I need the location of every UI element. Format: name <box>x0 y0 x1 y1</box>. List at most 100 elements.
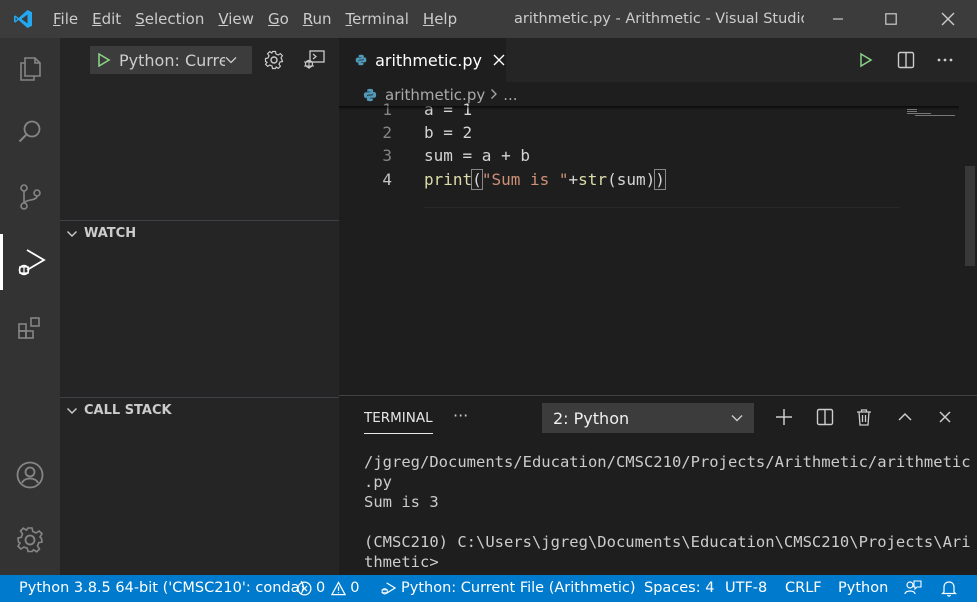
tab-label: arithmetic.py <box>375 50 482 70</box>
more-actions-button[interactable] <box>933 48 957 72</box>
terminal-line: .py <box>364 473 392 491</box>
tab-terminal[interactable]: TERMINAL <box>364 406 433 434</box>
panel-more-tabs-button[interactable]: ··· <box>453 406 468 425</box>
menu-mnemonic: G <box>267 10 280 28</box>
menu-view[interactable]: View <box>211 0 261 38</box>
start-debugging-icon[interactable] <box>97 53 111 67</box>
kill-terminal-button[interactable] <box>852 405 876 429</box>
close-window-button[interactable] <box>925 0 971 38</box>
chevron-down-icon <box>730 411 744 425</box>
code-token-string: "Sum is " <box>481 170 569 189</box>
split-terminal-button[interactable] <box>813 405 837 429</box>
debug-config-select[interactable]: Python: Current File (Arithmetic) <box>90 46 252 74</box>
code-token-function: print <box>424 170 473 189</box>
indentation-status[interactable]: Spaces: 4 <box>644 575 714 602</box>
activity-bar <box>0 38 60 575</box>
code-line[interactable]: 1 a = 1 <box>339 102 939 121</box>
line-number: 3 <box>382 146 392 165</box>
run-icon <box>860 52 873 68</box>
run-debug-icon[interactable] <box>0 234 60 290</box>
watch-section-header[interactable]: WATCH <box>60 220 339 246</box>
search-icon[interactable] <box>0 104 60 160</box>
editor-area: arithmetic.py arithmetic.py ... 1 a = 1 … <box>339 38 977 395</box>
code-token-function: str <box>578 170 608 189</box>
terminal-line: /jgreg/Documents/Education/CMSC210/Proje… <box>364 453 971 471</box>
code-line[interactable]: 2 b = 2 <box>339 121 939 144</box>
terminal-select-value: 2: Python <box>553 408 630 428</box>
menu-edit[interactable]: Edit <box>85 0 128 38</box>
close-icon <box>941 12 955 26</box>
settings-gear-icon[interactable] <box>0 512 60 568</box>
open-launch-json-button[interactable] <box>262 48 286 72</box>
tab-close-button[interactable] <box>492 53 506 67</box>
menu-mnemonic: R <box>302 10 313 28</box>
error-icon <box>297 581 312 596</box>
problems-status[interactable]: 0 0 <box>297 575 359 602</box>
trash-icon <box>857 409 871 426</box>
menu-label: erminal <box>352 10 409 28</box>
code-token-operator: + <box>568 170 579 189</box>
gear-icon <box>264 50 284 70</box>
code-token-bracket: ) <box>654 169 666 190</box>
menu-mnemonic: E <box>92 10 102 28</box>
menu-label: o <box>279 10 289 28</box>
menu-help[interactable]: Help <box>416 0 464 38</box>
menu-run[interactable]: Run <box>296 0 339 38</box>
menu-label: election <box>144 10 205 28</box>
chevron-down-icon <box>66 405 78 417</box>
debug-config-status-label: Python: Current File (Arithmetic) <box>401 580 636 596</box>
eol-status[interactable]: CRLF <box>785 575 822 602</box>
language-mode-status[interactable]: Python <box>838 575 888 602</box>
close-panel-button[interactable] <box>933 405 957 429</box>
scroll-shadow <box>339 106 959 110</box>
code-token-args: (sum) <box>607 170 656 189</box>
terminal-line: Sum is 3 <box>364 493 439 511</box>
maximize-panel-button[interactable] <box>893 405 917 429</box>
minimize-button[interactable] <box>815 0 861 38</box>
debug-config-label: Python: Current File (Arithmetic) <box>119 50 225 70</box>
encoding-status[interactable]: UTF-8 <box>725 575 767 602</box>
run-debug-sidebar: Python: Current File (Arithmetic) WATCH … <box>60 38 339 575</box>
extensions-icon[interactable] <box>0 300 60 356</box>
debug-console-button[interactable] <box>302 48 326 72</box>
run-python-file-button[interactable] <box>854 48 878 72</box>
menu-go[interactable]: Go <box>261 0 296 38</box>
minimap[interactable] <box>907 108 963 116</box>
code-line[interactable]: 3 sum = a + b <box>339 144 939 167</box>
tab-arithmetic-py[interactable]: arithmetic.py <box>339 38 506 82</box>
warning-count: 0 <box>350 580 360 596</box>
bell-icon <box>941 581 957 597</box>
maximize-button[interactable] <box>868 0 914 38</box>
chevron-down-icon <box>66 228 78 240</box>
terminal-line: thmetic> <box>364 553 439 571</box>
close-icon <box>493 54 505 66</box>
maximize-icon <box>885 13 897 25</box>
code-token-bracket: ( <box>471 169 483 190</box>
editor-scrollbar[interactable] <box>963 106 977 395</box>
terminal-output[interactable]: /jgreg/Documents/Education/CMSC210/Proje… <box>364 452 971 572</box>
python-interpreter-status[interactable]: Python 3.8.5 64-bit ('CMSC210': conda) <box>19 575 305 602</box>
menu-file[interactable]: File <box>46 0 85 38</box>
minimize-icon <box>833 18 843 20</box>
current-line-highlight <box>424 207 900 222</box>
menu-mnemonic: S <box>135 10 145 28</box>
source-control-icon[interactable] <box>0 169 60 225</box>
explorer-icon[interactable] <box>0 40 60 96</box>
notifications-button[interactable] <box>941 575 961 602</box>
menu-terminal[interactable]: Terminal <box>339 0 416 38</box>
debug-console-icon <box>304 50 325 69</box>
new-terminal-button[interactable] <box>772 405 796 429</box>
accounts-icon[interactable] <box>0 447 60 503</box>
terminal-select[interactable]: 2: Python <box>542 403 754 433</box>
split-terminal-icon <box>816 408 834 426</box>
menu-selection[interactable]: Selection <box>128 0 211 38</box>
debug-config-status[interactable]: Python: Current File (Arithmetic) <box>380 575 636 602</box>
call-stack-section-header[interactable]: CALL STACK <box>60 397 339 423</box>
code-editor[interactable]: 1 a = 1 2 b = 2 3 sum = a + b 4 print("S… <box>339 102 939 222</box>
watch-section-label: WATCH <box>84 226 137 241</box>
feedback-button[interactable] <box>904 575 926 602</box>
code-line[interactable]: 4 print("Sum is "+str(sum)) <box>339 168 939 191</box>
scrollbar-thumb[interactable] <box>965 166 975 266</box>
split-editor-button[interactable] <box>894 48 918 72</box>
